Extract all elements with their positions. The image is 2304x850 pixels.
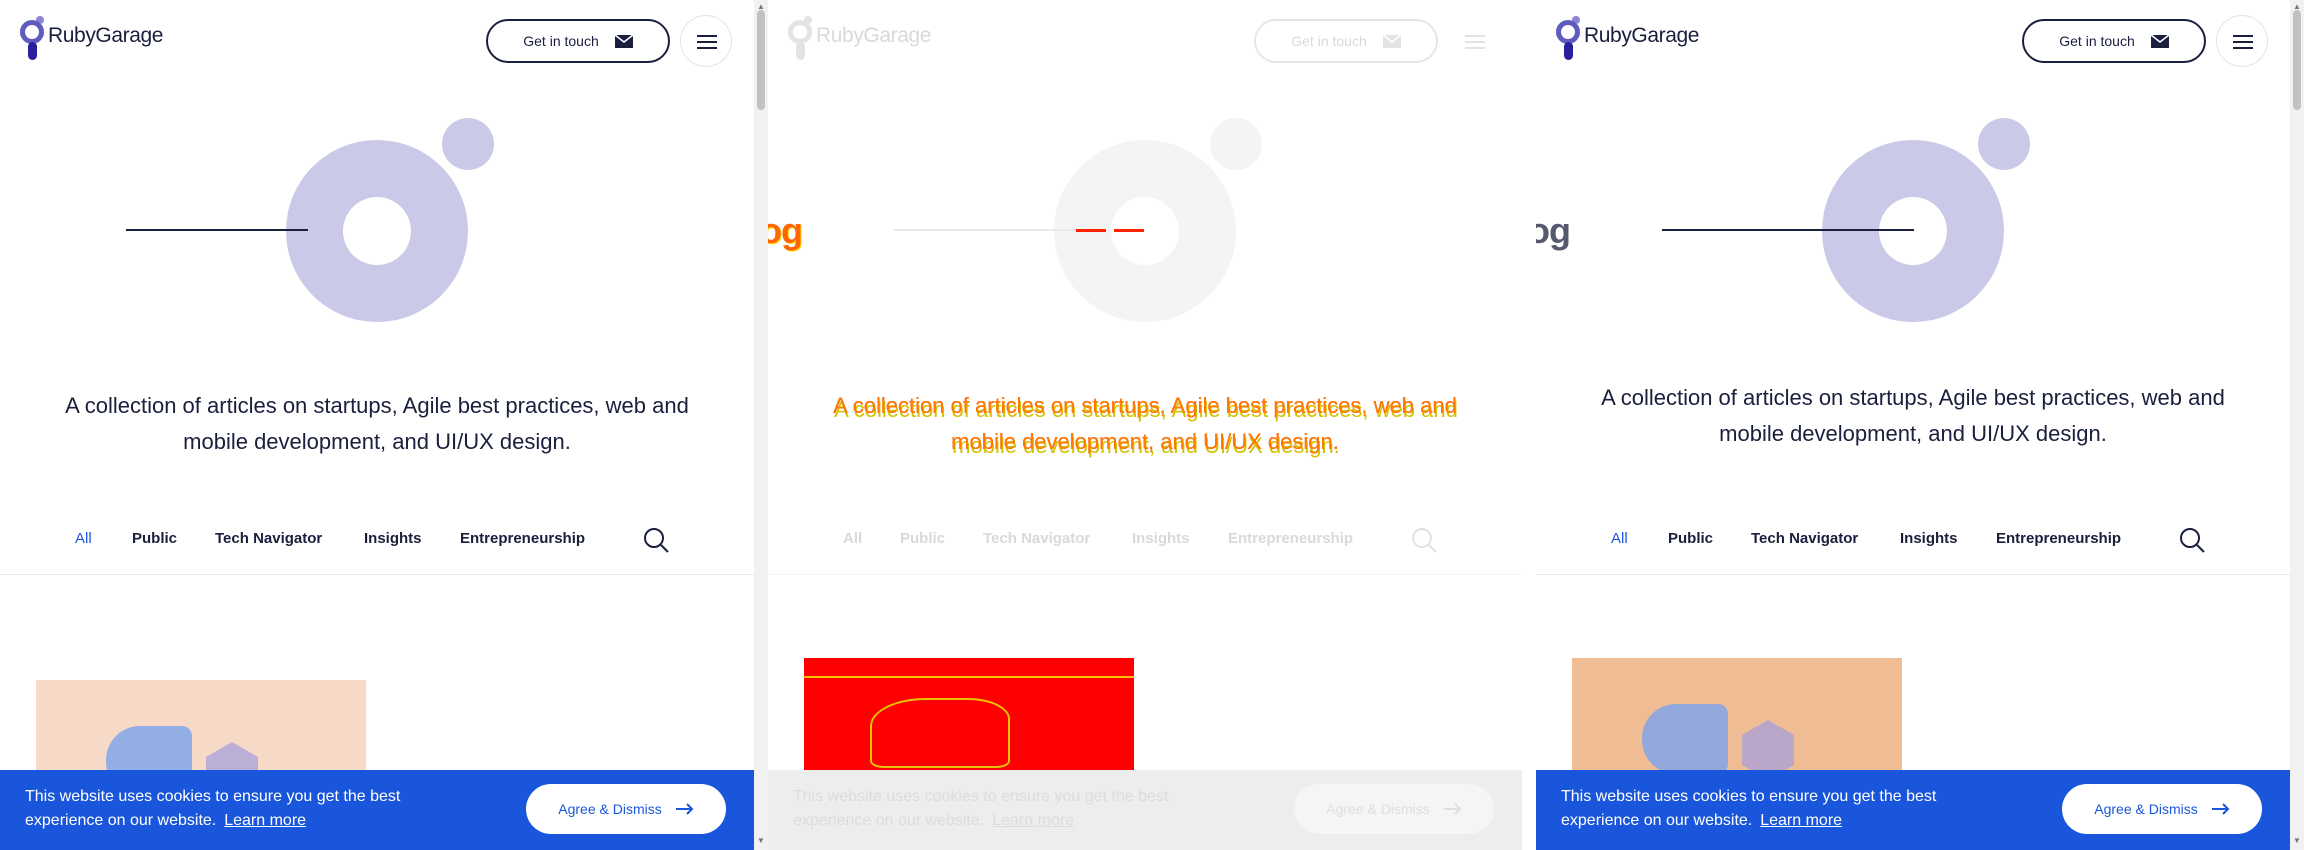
hero-dot-shape: [1978, 118, 2030, 170]
cookie-message: This website uses cookies to ensure you …: [1561, 788, 1937, 829]
diff-sketch-outline: [870, 698, 1010, 768]
tab-tech-navigator[interactable]: Tech Navigator: [1751, 530, 1858, 547]
hero-diff-line: [1076, 229, 1146, 232]
tab-entrepreneurship[interactable]: Entrepreneurship: [1996, 530, 2121, 547]
hero-divider-line: [894, 229, 1084, 231]
brand-name: RubyGarage: [48, 24, 164, 47]
page-panel-diff: RubyGarage Get in touch og A collection …: [768, 0, 1522, 850]
cookie-message: This website uses cookies to ensure you …: [25, 788, 401, 829]
hero-graphic: [0, 100, 754, 360]
envelope-icon: [2150, 34, 2169, 48]
page-description: A collection of articles on startups, Ag…: [833, 393, 1457, 454]
tab-all[interactable]: All: [75, 530, 92, 547]
category-tabs: All Public Tech Navigator Insights Entre…: [1536, 520, 2290, 574]
agree-dismiss-button[interactable]: Agree & Dismiss: [2062, 784, 2262, 834]
arrow-right-icon: [1443, 803, 1462, 815]
tab-public[interactable]: Public: [1668, 530, 1713, 547]
brand-logo[interactable]: RubyGarage: [1554, 16, 1699, 62]
tab-all[interactable]: All: [843, 530, 862, 547]
site-header: RubyGarage Get in touch: [0, 0, 754, 80]
learn-more-link[interactable]: Learn more: [992, 812, 1074, 829]
search-icon[interactable]: [1410, 526, 1438, 554]
envelope-icon: [1382, 34, 1401, 48]
diff-band: [804, 676, 1134, 678]
menu-button[interactable]: [2216, 15, 2268, 67]
scroll-thumb[interactable]: [2293, 10, 2301, 110]
agree-dismiss-button[interactable]: Agree & Dismiss: [526, 784, 726, 834]
get-in-touch-button[interactable]: Get in touch: [1254, 19, 1438, 63]
arrow-right-icon: [675, 803, 694, 815]
scrollbar-left[interactable]: ▲ ▼: [754, 0, 768, 850]
hero-graphic: og: [768, 100, 1522, 360]
hero-graphic: og: [1536, 100, 2290, 360]
brand-logo[interactable]: RubyGarage: [18, 16, 163, 62]
category-tabs: All Public Tech Navigator Insights Entre…: [768, 520, 1522, 574]
learn-more-link[interactable]: Learn more: [1760, 812, 1842, 829]
menu-button[interactable]: [1448, 15, 1500, 67]
scroll-down-arrow-icon[interactable]: ▼: [757, 836, 765, 845]
get-in-touch-button[interactable]: Get in touch: [2022, 19, 2206, 63]
site-header: RubyGarage Get in touch: [768, 0, 1522, 80]
arrow-right-icon: [2211, 803, 2230, 815]
agree-dismiss-label: Agree & Dismiss: [2094, 801, 2198, 817]
tab-insights[interactable]: Insights: [1900, 530, 1958, 547]
brand-logo[interactable]: RubyGarage: [786, 16, 931, 62]
category-divider: [1536, 574, 2290, 575]
tab-all[interactable]: All: [1611, 530, 1628, 547]
scrollbar-right[interactable]: ▲ ▼: [2290, 0, 2304, 850]
megaphone-illustration: [1642, 704, 1728, 774]
brand-name: RubyGarage: [816, 24, 932, 47]
blog-title-fragment: og: [1536, 210, 1571, 251]
tab-public[interactable]: Public: [900, 530, 945, 547]
category-divider: [0, 574, 754, 575]
tab-tech-navigator[interactable]: Tech Navigator: [215, 530, 322, 547]
learn-more-link[interactable]: Learn more: [224, 812, 306, 829]
tab-entrepreneurship[interactable]: Entrepreneurship: [460, 530, 585, 547]
blog-title-fragment: og: [768, 210, 803, 251]
page-panel-left: RubyGarage Get in touch A collection of …: [0, 0, 754, 850]
tab-insights[interactable]: Insights: [364, 530, 422, 547]
page-description: A collection of articles on startups, Ag…: [1601, 385, 2225, 446]
logo-icon: [786, 16, 814, 62]
tab-tech-navigator[interactable]: Tech Navigator: [983, 530, 1090, 547]
agree-dismiss-button[interactable]: Agree & Dismiss: [1294, 784, 1494, 834]
tab-insights[interactable]: Insights: [1132, 530, 1190, 547]
logo-icon: [1554, 16, 1582, 62]
category-tabs: All Public Tech Navigator Insights Entre…: [0, 520, 754, 574]
logo-icon: [18, 16, 46, 62]
hero-ring-shape: [286, 140, 468, 322]
page-description: A collection of articles on startups, Ag…: [65, 393, 689, 454]
tab-entrepreneurship[interactable]: Entrepreneurship: [1228, 530, 1353, 547]
get-in-touch-label: Get in touch: [523, 33, 599, 49]
tab-public[interactable]: Public: [132, 530, 177, 547]
agree-dismiss-label: Agree & Dismiss: [1326, 801, 1430, 817]
hero-divider-line: [1662, 229, 1914, 231]
get-in-touch-label: Get in touch: [1291, 33, 1367, 49]
envelope-icon: [614, 34, 633, 48]
cookie-banner: This website uses cookies to ensure you …: [768, 770, 1522, 850]
search-icon[interactable]: [2178, 526, 2206, 554]
scroll-down-arrow-icon[interactable]: ▼: [2293, 836, 2301, 845]
hero-divider-line: [126, 229, 308, 231]
category-divider: [768, 574, 1522, 575]
search-icon[interactable]: [642, 526, 670, 554]
brand-name: RubyGarage: [1584, 24, 1700, 47]
page-panel-right: RubyGarage Get in touch og A collection …: [1536, 0, 2290, 850]
hero-ring-shape: [1822, 140, 2004, 322]
hero-dot-shape: [442, 118, 494, 170]
hero-dot-shape: [1210, 118, 1262, 170]
agree-dismiss-label: Agree & Dismiss: [558, 801, 662, 817]
cookie-message: This website uses cookies to ensure you …: [793, 788, 1169, 829]
menu-button[interactable]: [680, 15, 732, 67]
cookie-banner: This website uses cookies to ensure you …: [0, 770, 754, 850]
site-header: RubyGarage Get in touch: [1536, 0, 2290, 80]
scroll-thumb[interactable]: [757, 10, 765, 110]
get-in-touch-label: Get in touch: [2059, 33, 2135, 49]
cookie-banner: This website uses cookies to ensure you …: [1536, 770, 2290, 850]
get-in-touch-button[interactable]: Get in touch: [486, 19, 670, 63]
